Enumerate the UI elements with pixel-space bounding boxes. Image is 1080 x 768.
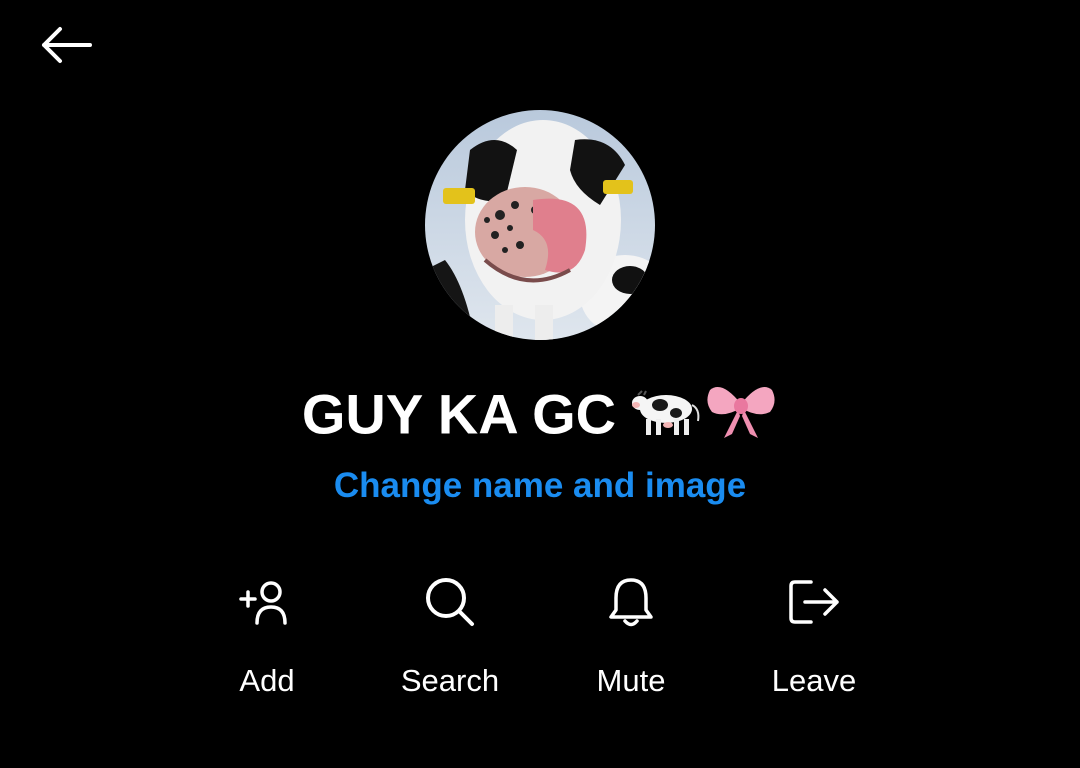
pink-bow-emoji bbox=[704, 376, 778, 461]
back-button[interactable] bbox=[30, 14, 102, 76]
add-person-icon bbox=[235, 570, 299, 634]
add-label: Add bbox=[239, 663, 295, 698]
add-button[interactable]: Add bbox=[177, 566, 357, 716]
bell-icon bbox=[599, 570, 663, 634]
search-icon bbox=[418, 570, 482, 634]
mute-label: Mute bbox=[596, 663, 666, 698]
leave-door-icon bbox=[782, 570, 846, 634]
leave-button[interactable]: Leave bbox=[724, 566, 904, 716]
change-name-and-image-link[interactable]: Change name and image bbox=[0, 462, 1080, 510]
search-label: Search bbox=[400, 663, 500, 698]
cow-photo-avatar bbox=[425, 110, 655, 340]
group-name-text: GUY KA GC bbox=[301, 382, 617, 446]
search-button[interactable]: Search bbox=[360, 566, 540, 716]
cow-emoji bbox=[630, 379, 704, 458]
mute-button[interactable]: Mute bbox=[541, 566, 721, 716]
arrow-left-icon bbox=[42, 27, 92, 63]
action-row: Add Search Mute Leave bbox=[0, 566, 1080, 716]
leave-label: Leave bbox=[771, 663, 857, 698]
group-avatar[interactable] bbox=[425, 110, 655, 340]
group-name: GUY KA GC bbox=[0, 376, 1080, 461]
